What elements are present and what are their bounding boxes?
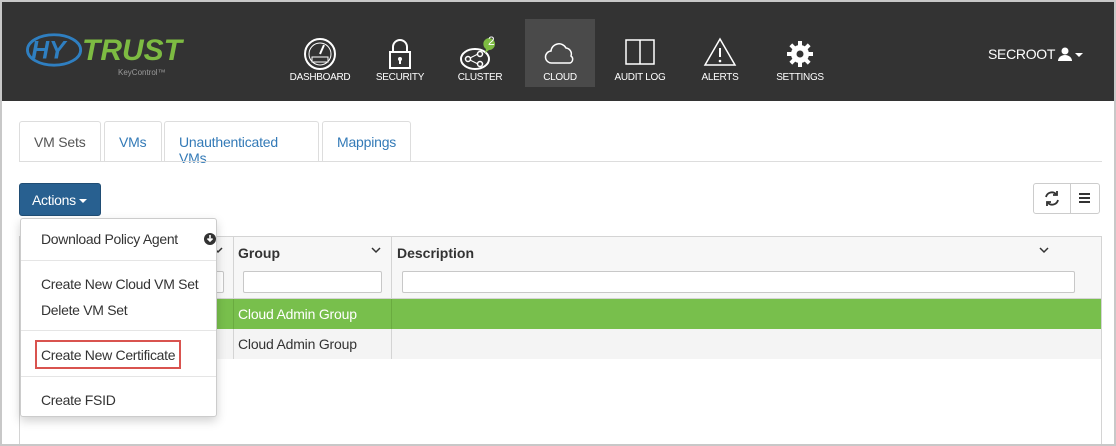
app-frame: HY TRUST KeyControl™ DASHBOARD SECURITY … — [0, 0, 1116, 446]
hytrust-logo[interactable]: HY TRUST KeyControl™ — [24, 30, 182, 80]
nav-cloud-label: CLOUD — [543, 72, 577, 83]
column-divider — [233, 329, 234, 359]
menu-item-label: Create FSID — [41, 392, 116, 408]
nav-cluster-label: CLUSTER — [457, 72, 503, 83]
username: SECROOT — [988, 46, 1056, 62]
column-divider — [391, 299, 392, 329]
nav-alerts-label: ALERTS — [701, 72, 739, 83]
tab-vm-sets[interactable]: VM Sets — [19, 121, 101, 162]
column-header-group[interactable]: Group — [238, 245, 280, 261]
product-name: KeyControl™ — [118, 68, 166, 77]
nav-dashboard-label: DASHBOARD — [289, 72, 351, 83]
nav-alerts[interactable]: ALERTS — [685, 17, 755, 87]
menu-divider — [21, 376, 216, 377]
chevron-down-icon[interactable] — [1039, 246, 1049, 254]
nav-security-label: SECURITY — [375, 72, 425, 83]
chevron-down-icon[interactable] — [371, 246, 381, 254]
cluster-alert-badge: 2 — [488, 34, 495, 48]
column-divider — [391, 329, 392, 359]
chevron-down-icon — [1075, 53, 1084, 57]
actions-button[interactable]: Actions — [19, 183, 101, 216]
column-header-description[interactable]: Description — [397, 245, 474, 261]
tab-mappings[interactable]: Mappings — [322, 121, 411, 161]
chevron-down-icon — [78, 199, 87, 203]
actions-label: Actions — [32, 192, 76, 208]
list-icon — [1079, 193, 1090, 203]
menu-item-create-new-certificate[interactable]: Create New Certificate — [41, 347, 176, 363]
cluster-nodes-icon — [460, 38, 495, 70]
nav-cloud[interactable]: CLOUD — [525, 19, 595, 87]
book-icon — [625, 39, 655, 65]
tab-divider — [19, 161, 1102, 162]
refresh-button[interactable] — [1033, 183, 1071, 214]
lock-icon — [389, 39, 411, 69]
menu-item-create-fsid[interactable]: Create FSID — [41, 392, 116, 408]
menu-divider — [21, 330, 216, 331]
cloud-icon — [544, 43, 574, 64]
group-filter-input[interactable] — [243, 271, 382, 293]
actions-dropdown-menu: Download Policy Agent Create New Cloud V… — [20, 218, 217, 417]
column-divider — [391, 237, 392, 299]
menu-item-label: Create New Certificate — [41, 347, 176, 363]
tab-vms[interactable]: VMs — [104, 121, 162, 161]
menu-divider — [21, 260, 216, 261]
column-divider — [233, 237, 234, 299]
menu-item-delete-vm-set[interactable]: Delete VM Set — [41, 302, 128, 318]
download-circle-icon — [204, 233, 216, 245]
nav-settings[interactable]: SETTINGS — [765, 17, 835, 87]
nav-dashboard[interactable]: DASHBOARD — [285, 17, 355, 87]
nav-audit-log[interactable]: AUDIT LOG — [605, 17, 675, 87]
user-menu[interactable]: SECROOT — [988, 46, 1084, 62]
cell-group: Cloud Admin Group — [238, 306, 357, 322]
tab-vm-sets-label: VM Sets — [34, 134, 86, 150]
refresh-icon — [1045, 191, 1059, 206]
menu-item-label: Delete VM Set — [41, 302, 128, 318]
description-filter-input[interactable] — [402, 271, 1075, 293]
menu-item-create-cloud-vm-set[interactable]: Create New Cloud VM Set — [41, 276, 199, 292]
tab-vms-label: VMs — [119, 134, 147, 150]
tab-unauthenticated-vms[interactable]: Unauthenticated VMs — [164, 121, 319, 166]
column-menu-button[interactable] — [1070, 183, 1100, 214]
user-icon — [1058, 47, 1073, 61]
dashboard-gauge-icon — [304, 38, 336, 70]
warning-triangle-icon — [703, 37, 737, 66]
menu-item-label: Download Policy Agent — [41, 231, 178, 247]
column-divider — [233, 299, 234, 329]
nav-audit-log-label: AUDIT LOG — [614, 72, 666, 83]
top-navbar: HY TRUST KeyControl™ DASHBOARD SECURITY … — [2, 2, 1114, 101]
tab-mappings-label: Mappings — [337, 134, 397, 150]
logo-trust-text: TRUST — [82, 34, 182, 67]
logo-hy-text: HY — [31, 38, 68, 65]
cell-group: Cloud Admin Group — [238, 336, 357, 352]
menu-item-download-policy-agent[interactable]: Download Policy Agent — [41, 231, 216, 247]
hy-logo-mark: HY — [26, 33, 83, 67]
gear-icon — [787, 41, 813, 67]
nav-security[interactable]: SECURITY — [365, 17, 435, 87]
nav-cluster[interactable]: 2 CLUSTER — [445, 17, 515, 87]
nav-settings-label: SETTINGS — [776, 72, 824, 83]
menu-item-label: Create New Cloud VM Set — [41, 276, 199, 292]
